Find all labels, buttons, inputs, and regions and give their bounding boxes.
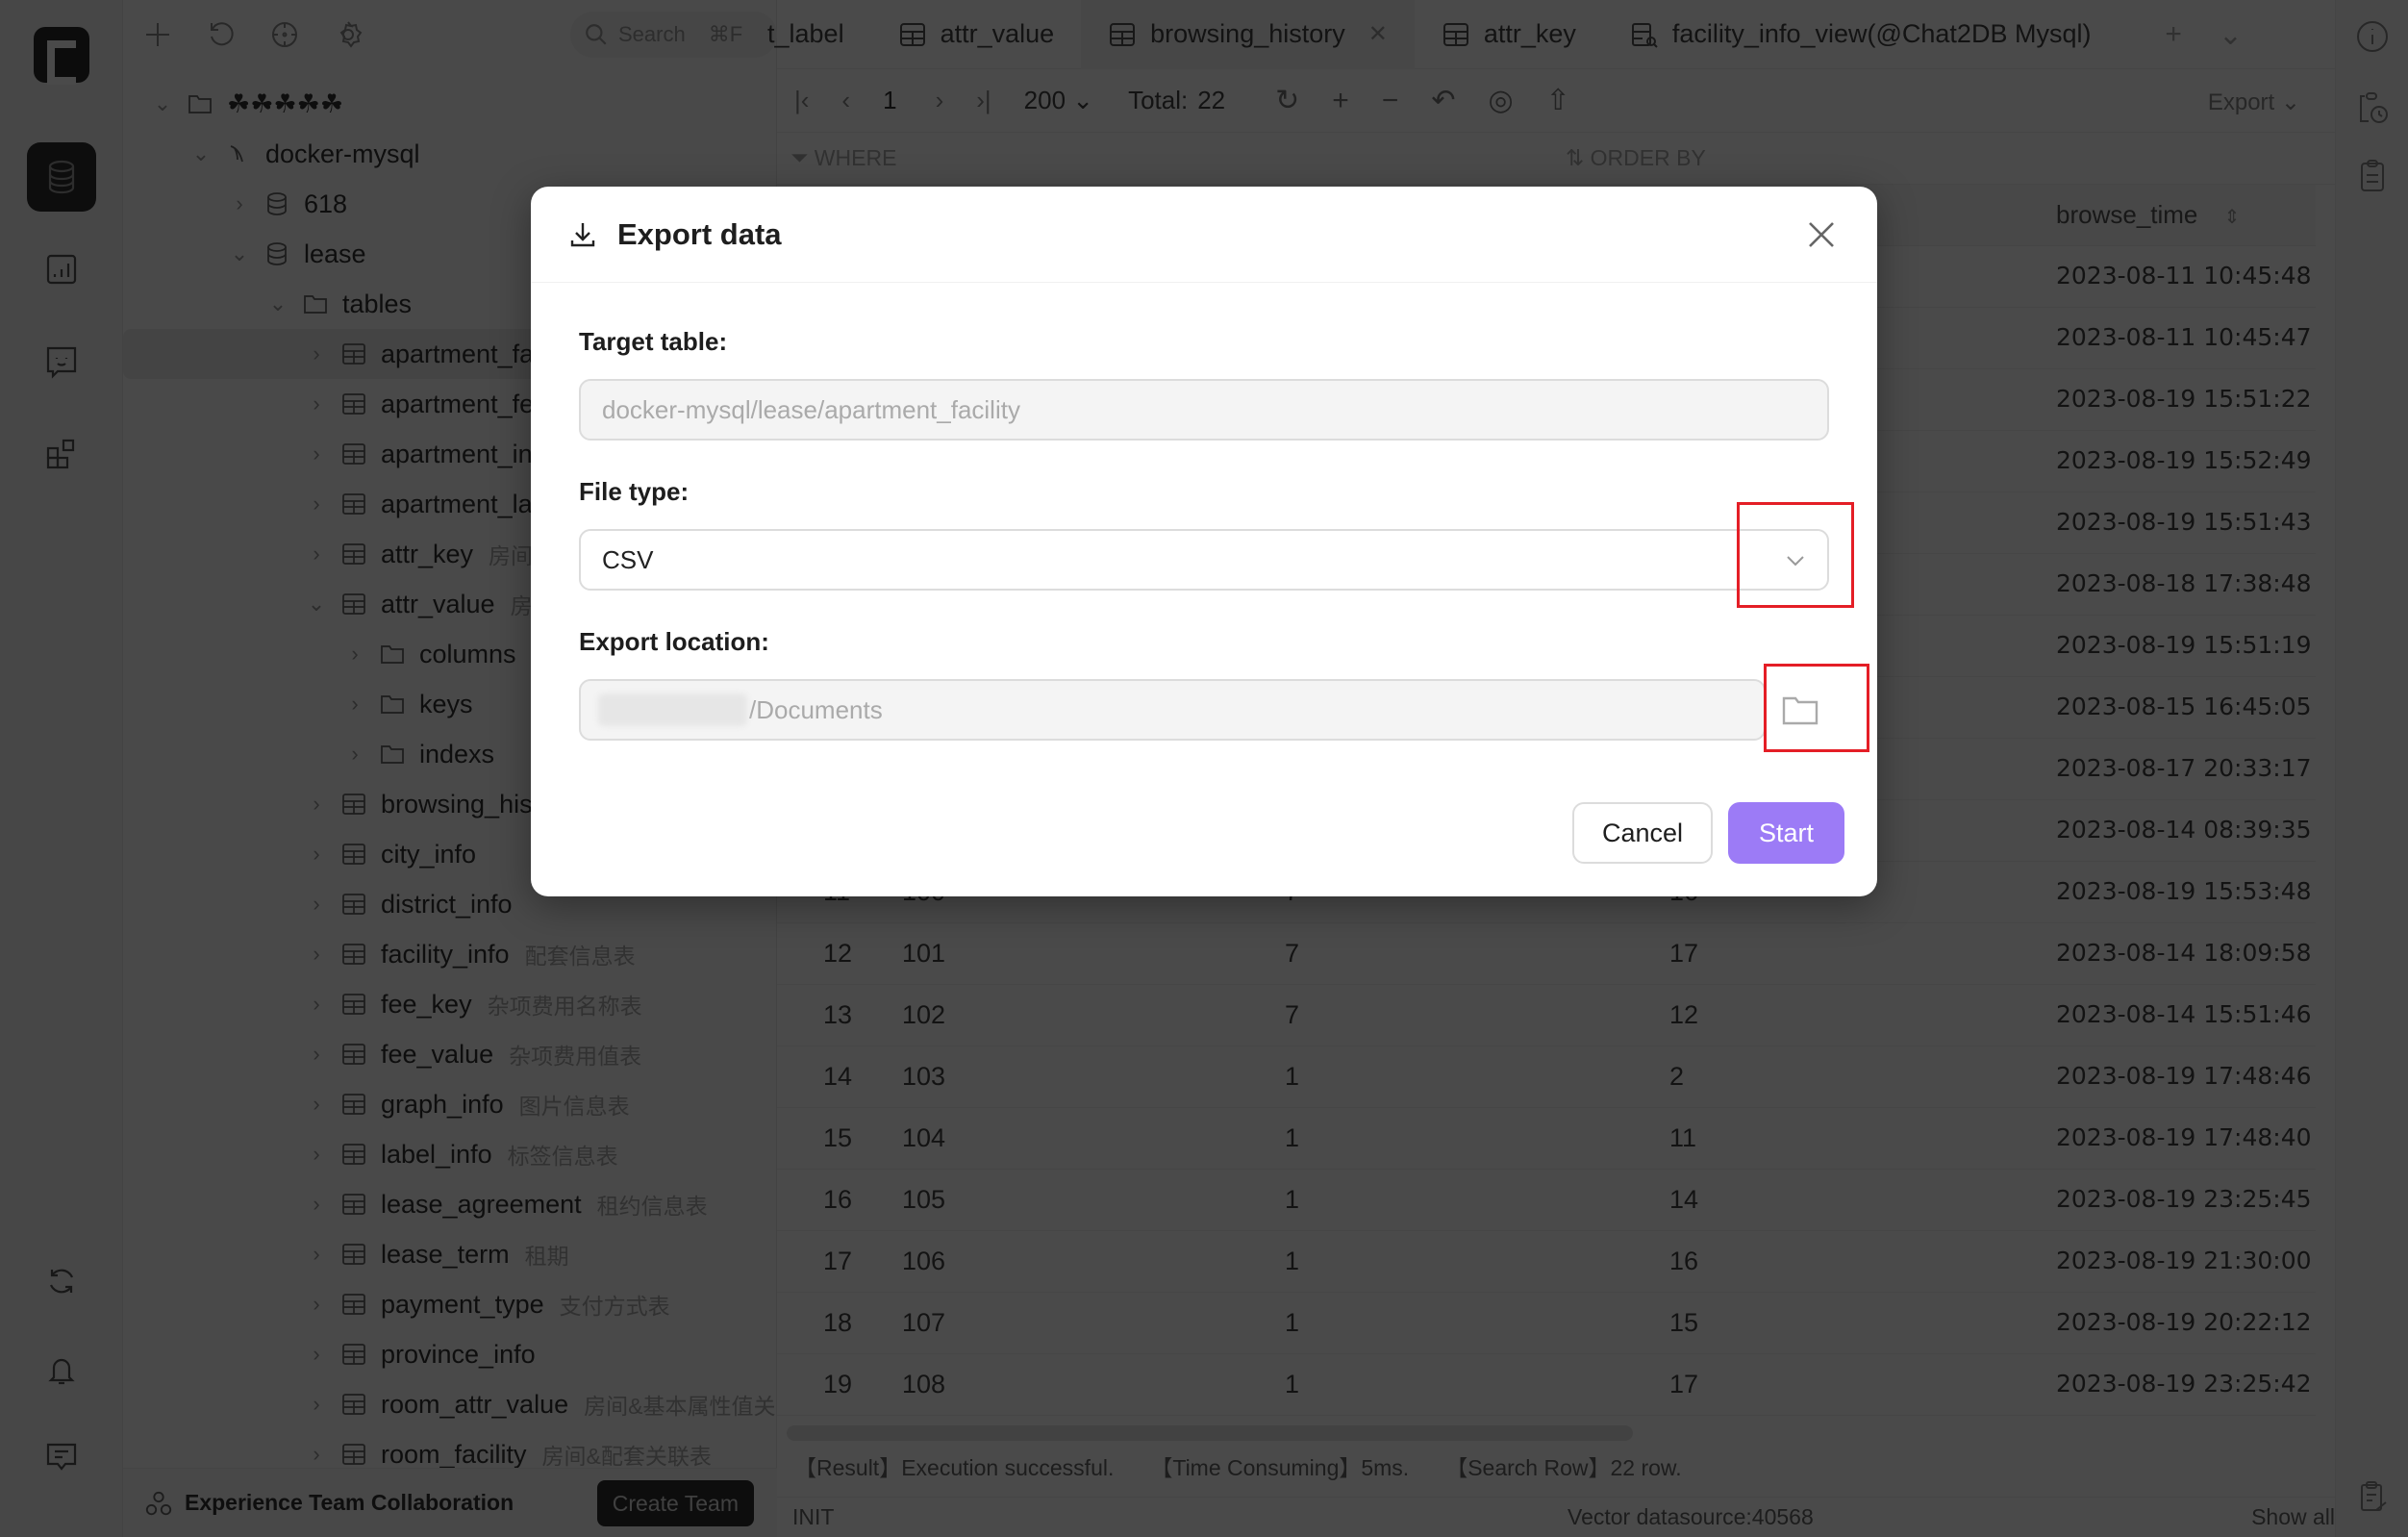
file-type-label: File type: bbox=[579, 477, 690, 506]
close-icon bbox=[1809, 222, 1834, 247]
redacted-path bbox=[598, 693, 747, 726]
start-button[interactable]: Start bbox=[1728, 802, 1844, 864]
highlight-box-filetype bbox=[1737, 502, 1854, 608]
app-window: Search ⌘F ⌄☘☘☘☘☘⌄docker-mysql›618⌄lease⌄… bbox=[0, 0, 2408, 1537]
target-table-value: docker-mysql/lease/apartment_facility bbox=[602, 394, 1020, 424]
file-type-value: CSV bbox=[602, 544, 654, 574]
export-location-value: /Documents bbox=[749, 694, 883, 724]
target-table-field: docker-mysql/lease/apartment_facility bbox=[579, 379, 1829, 441]
export-location-label: Export location: bbox=[579, 627, 769, 656]
target-table-label: Target table: bbox=[579, 327, 728, 356]
dialog-title: Export data bbox=[617, 216, 782, 251]
export-data-dialog: Export data Target table: docker-mysql/l… bbox=[531, 187, 1877, 896]
export-location-field[interactable]: /Documents bbox=[579, 679, 1766, 741]
highlight-box-folder bbox=[1764, 664, 1869, 752]
dialog-header: Export data bbox=[531, 187, 1877, 283]
cancel-button[interactable]: Cancel bbox=[1572, 802, 1713, 864]
download-icon bbox=[570, 222, 595, 246]
close-button[interactable] bbox=[1802, 215, 1841, 254]
file-type-select[interactable]: CSV bbox=[579, 529, 1829, 591]
